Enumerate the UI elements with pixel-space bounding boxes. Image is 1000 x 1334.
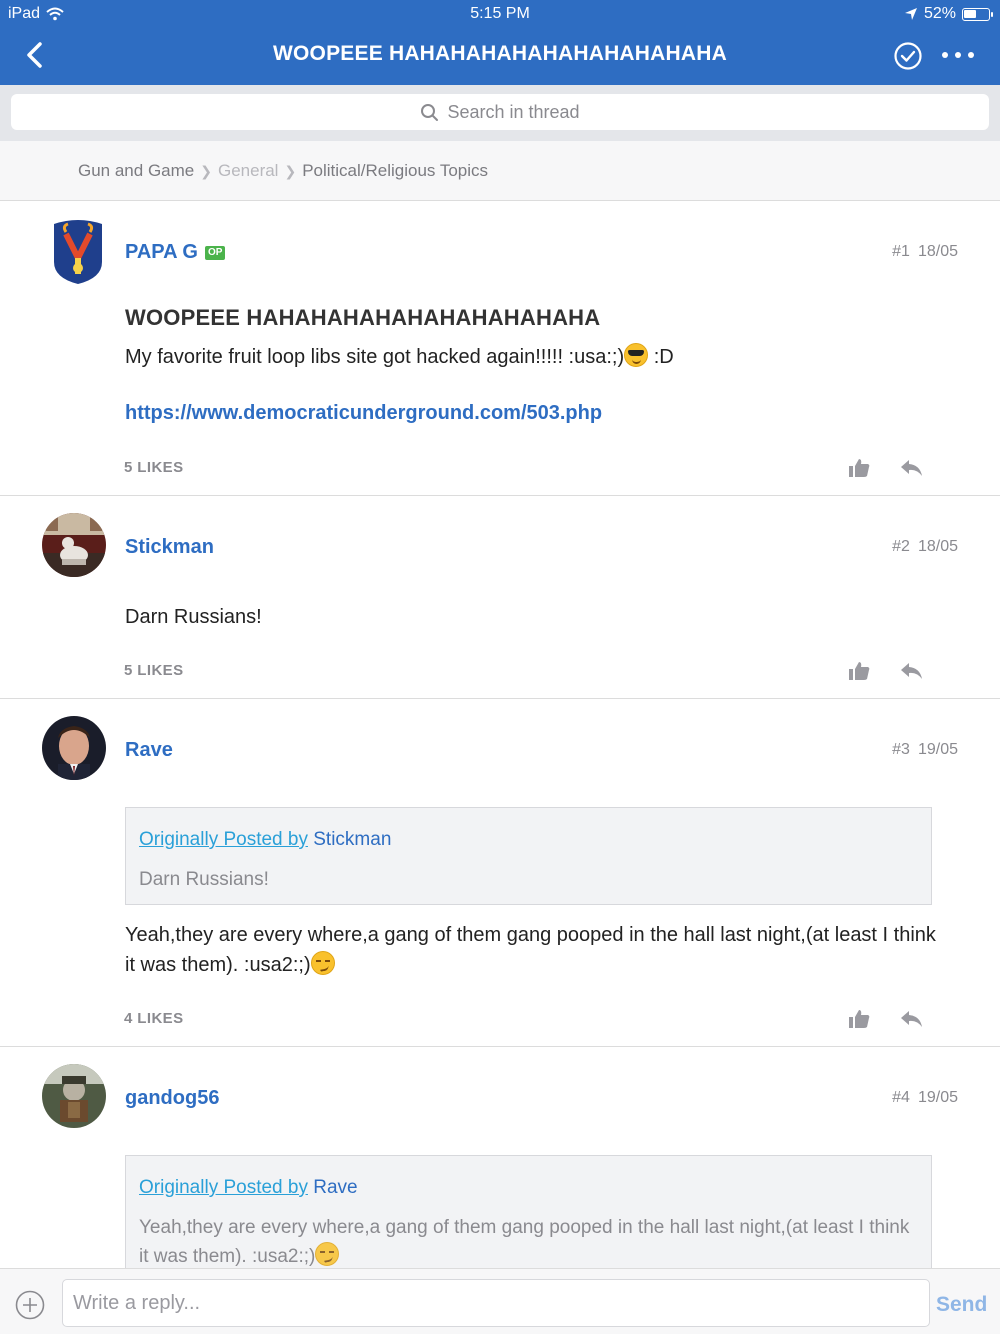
battery-percent: 52% [923, 5, 956, 22]
post-author[interactable]: Stickman [125, 536, 214, 559]
post-author[interactable]: PAPA G OP [125, 241, 226, 264]
quote-text: Darn Russians! [139, 869, 269, 890]
quote-block: Originally Posted by Rave Yeah,they are … [125, 1155, 932, 1268]
battery-fill [964, 9, 976, 18]
breadcrumb-item-forum[interactable]: Gun and Game [78, 161, 194, 181]
op-badge: OP [204, 245, 226, 260]
post-date: 19/05 [917, 1089, 958, 1106]
post-author[interactable]: gandog56 [125, 1087, 219, 1110]
breadcrumb-item-section[interactable]: General [218, 161, 278, 181]
avatar[interactable] [42, 513, 106, 577]
avatar-image [42, 716, 106, 780]
author-name[interactable]: gandog56 [125, 1087, 219, 1110]
breadcrumb: Gun and Game ❯ General ❯ Political/Relig… [0, 141, 1000, 201]
quote-header: Originally Posted by Stickman [139, 829, 391, 851]
avatar-image [42, 1064, 106, 1128]
post-date: 18/05 [917, 243, 958, 260]
post: Rave #3 19/05 Originally Posted by Stick… [0, 699, 1000, 1047]
post-author[interactable]: Rave [125, 739, 173, 762]
post-number[interactable]: #2 [892, 538, 910, 556]
post: PAPA G OP #1 18/05 WOOPEEE HAHAHAHAHAHAH… [0, 201, 1000, 496]
post-meta: #3 19/05 [892, 741, 958, 759]
reply-bar: Send [0, 1268, 1000, 1334]
status-time: 5:15 PM [470, 5, 530, 22]
quote-text-content: Yeah,they are every where,a gang of them… [139, 1217, 910, 1267]
check-circle-icon[interactable] [893, 41, 923, 71]
avatar[interactable] [42, 1064, 106, 1128]
avatar[interactable] [48, 218, 108, 286]
thumbs-up-icon[interactable] [848, 1009, 870, 1029]
search-input[interactable]: Search in thread [11, 94, 989, 130]
likes-count[interactable]: 5 LIKES [124, 459, 183, 476]
avatar-image [42, 513, 106, 577]
post: gandog56 #4 19/05 Originally Posted by R… [0, 1047, 1000, 1268]
post-number[interactable]: #3 [892, 741, 910, 759]
unit-patch-icon [54, 220, 102, 284]
thread-title: WOOPEEE HAHAHAHAHAHAHAHAHAHAHA [273, 42, 727, 65]
reply-input[interactable] [62, 1279, 930, 1327]
thumbs-up-icon[interactable] [848, 458, 870, 478]
post-body-text: Yeah,they are every where,a gang of them… [125, 924, 936, 976]
post-title: WOOPEEE HAHAHAHAHAHAHAHAHAHAHA [125, 305, 601, 330]
quote-author[interactable]: Rave [313, 1177, 357, 1198]
smirk-emoji-icon [315, 1242, 340, 1266]
post-body: Darn Russians! [125, 606, 262, 628]
location-arrow-icon [904, 8, 917, 20]
smirk-emoji-icon [310, 951, 335, 975]
quote-block: Originally Posted by Stickman Darn Russi… [125, 807, 932, 905]
post-number[interactable]: #1 [892, 243, 910, 261]
breadcrumb-separator-icon: ❯ [200, 162, 212, 179]
status-right: 52% [904, 5, 993, 23]
reply-arrow-icon[interactable] [899, 661, 923, 681]
post-date: 18/05 [917, 538, 958, 555]
nav-row: WOOPEEE HAHAHAHAHAHAHAHAHAHAHA [0, 30, 1000, 80]
quote-source-link[interactable]: Originally Posted by [139, 1177, 308, 1198]
breadcrumb-separator-icon: ❯ [284, 162, 297, 179]
quote-author[interactable]: Stickman [313, 829, 391, 850]
top-bar: iPad 5:15 PM 52% WOOPEEE HAHAHAHAHAHAHAH… [0, 0, 1000, 85]
post-date: 19/05 [917, 741, 958, 758]
quote-source-link[interactable]: Originally Posted by [139, 829, 308, 850]
quote-text: Yeah,they are every where,a gang of them… [139, 1213, 919, 1271]
post-body: My favorite fruit loop libs site got hac… [125, 342, 940, 372]
battery-icon [962, 7, 993, 21]
reply-arrow-icon[interactable] [899, 458, 923, 478]
more-dots-icon[interactable] [938, 43, 978, 67]
breadcrumb-item-subforum[interactable]: Political/Religious Topics [302, 161, 488, 181]
likes-count[interactable]: 5 LIKES [124, 662, 183, 679]
search-icon [421, 103, 439, 121]
author-name[interactable]: Stickman [125, 536, 214, 559]
plus-circle-icon[interactable] [15, 1290, 45, 1320]
author-name[interactable]: Rave [125, 739, 173, 762]
post-number[interactable]: #4 [892, 1089, 910, 1107]
post-body: Yeah,they are every where,a gang of them… [125, 920, 940, 980]
search-placeholder: Search in thread [447, 101, 580, 122]
post: Stickman #2 18/05 Darn Russians! 5 LIKES [0, 496, 1000, 699]
post-body-text: My favorite fruit loop libs site got hac… [125, 346, 625, 368]
post-meta: #4 19/05 [892, 1089, 958, 1107]
sunglasses-emoji-icon [624, 343, 649, 367]
post-meta: #2 18/05 [892, 538, 958, 556]
post-meta: #1 18/05 [892, 243, 958, 261]
status-bar: iPad 5:15 PM 52% [0, 0, 1000, 28]
reply-arrow-icon[interactable] [899, 1009, 923, 1029]
send-button[interactable]: Send [936, 1293, 987, 1317]
author-name[interactable]: PAPA G [125, 241, 198, 264]
search-bar-area: Search in thread [0, 85, 1000, 141]
thumbs-up-icon[interactable] [848, 661, 870, 681]
post-body-text-end: :D [648, 346, 674, 368]
avatar[interactable] [42, 716, 106, 780]
quote-header: Originally Posted by Rave [139, 1177, 358, 1199]
post-link[interactable]: https://www.democraticunderground.com/50… [125, 402, 602, 425]
likes-count[interactable]: 4 LIKES [124, 1010, 183, 1027]
